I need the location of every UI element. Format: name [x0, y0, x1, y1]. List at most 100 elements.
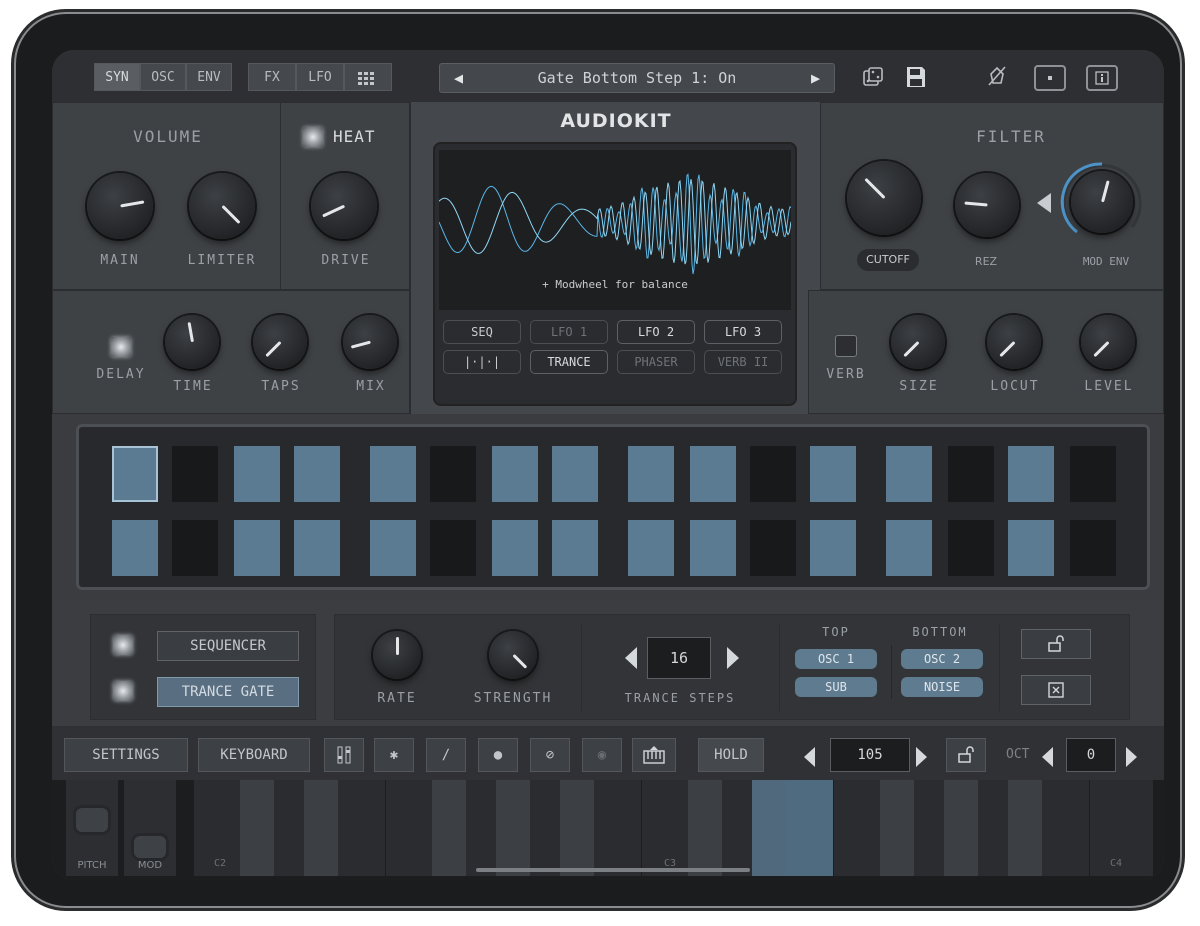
- pitch-wheel[interactable]: PITCH: [66, 780, 118, 876]
- unlock-icon[interactable]: [1021, 629, 1091, 659]
- top-step-pad[interactable]: [690, 446, 736, 502]
- display-button-lfo3[interactable]: LFO 3: [704, 320, 782, 344]
- bottom-osc2-tag[interactable]: OSC 2: [901, 649, 983, 669]
- hold-button[interactable]: HOLD: [698, 738, 764, 772]
- black-key[interactable]: [752, 780, 786, 876]
- link-icon[interactable]: ∕: [426, 738, 466, 772]
- bottom-noise-tag[interactable]: NOISE: [901, 677, 983, 697]
- bottom-step-pad[interactable]: [948, 520, 994, 576]
- piano-icon[interactable]: [632, 738, 676, 772]
- bottom-step-pad[interactable]: [430, 520, 476, 576]
- delay-toggle[interactable]: [111, 337, 131, 357]
- top-step-pad[interactable]: [810, 446, 856, 502]
- tempo-increase-icon[interactable]: [916, 747, 927, 767]
- cutoff-knob[interactable]: [847, 161, 921, 235]
- top-step-pad[interactable]: [172, 446, 218, 502]
- verb-level-knob[interactable]: [1081, 315, 1135, 369]
- info-icon[interactable]: [1086, 65, 1118, 91]
- tab-lfo[interactable]: LFO: [296, 63, 344, 91]
- top-step-pad[interactable]: [430, 446, 476, 502]
- top-step-pad[interactable]: [886, 446, 932, 502]
- pitch-wheel-handle[interactable]: [76, 808, 108, 832]
- limiter-knob[interactable]: [189, 173, 255, 239]
- bottom-step-pad[interactable]: [628, 520, 674, 576]
- screen-icon[interactable]: [1034, 65, 1066, 91]
- display-button-lfo2[interactable]: LFO 2: [617, 320, 695, 344]
- sequencer-button[interactable]: SEQUENCER: [157, 631, 299, 661]
- black-key[interactable]: [944, 780, 978, 876]
- black-key[interactable]: [1008, 780, 1042, 876]
- verb-size-knob[interactable]: [891, 315, 945, 369]
- display-button-seq[interactable]: SEQ: [443, 320, 521, 344]
- top-step-pad[interactable]: [750, 446, 796, 502]
- tab-env[interactable]: ENV: [186, 63, 232, 91]
- bottom-step-pad[interactable]: [810, 520, 856, 576]
- display-button-verb2[interactable]: VERB II: [704, 350, 782, 374]
- bottom-step-pad[interactable]: [370, 520, 416, 576]
- black-key[interactable]: [496, 780, 530, 876]
- tab-syn[interactable]: SYN: [94, 63, 140, 91]
- display-button-steps[interactable]: |·|·|: [443, 350, 521, 374]
- trance-gate-led[interactable]: [113, 681, 133, 701]
- tempo-decrease-icon[interactable]: [804, 747, 815, 767]
- top-step-pad[interactable]: [1008, 446, 1054, 502]
- bottom-step-pad[interactable]: [294, 520, 340, 576]
- keyboard-button[interactable]: KEYBOARD: [198, 738, 310, 772]
- mixer-icon[interactable]: [324, 738, 364, 772]
- top-step-pad[interactable]: [948, 446, 994, 502]
- display-button-phaser[interactable]: PHASER: [617, 350, 695, 374]
- trance-steps-value[interactable]: 16: [647, 637, 711, 679]
- rez-knob[interactable]: [955, 173, 1019, 237]
- bottom-step-pad[interactable]: [1070, 520, 1116, 576]
- bottom-step-pad[interactable]: [112, 520, 158, 576]
- black-key[interactable]: [432, 780, 466, 876]
- dice-icon[interactable]: [862, 66, 884, 88]
- delay-taps-knob[interactable]: [253, 315, 307, 369]
- tempo-value[interactable]: 105: [830, 738, 910, 772]
- preset-selector[interactable]: ◀ Gate Bottom Step 1: On ▶: [439, 63, 835, 93]
- main-volume-knob[interactable]: [87, 173, 153, 239]
- black-key[interactable]: [880, 780, 914, 876]
- tempo-lock-icon[interactable]: [946, 738, 986, 772]
- oct-value[interactable]: 0: [1066, 738, 1116, 772]
- black-key[interactable]: [560, 780, 594, 876]
- verb-locut-knob[interactable]: [987, 315, 1041, 369]
- top-osc1-tag[interactable]: OSC 1: [795, 649, 877, 669]
- grid-icon[interactable]: [344, 63, 392, 91]
- top-step-pad[interactable]: [370, 446, 416, 502]
- save-icon[interactable]: [905, 65, 927, 89]
- mod-env-knob[interactable]: [1071, 171, 1133, 233]
- mod-wheel[interactable]: MOD: [124, 780, 176, 876]
- midi-icon[interactable]: ●: [478, 738, 518, 772]
- top-step-pad[interactable]: [234, 446, 280, 502]
- oct-increase-icon[interactable]: [1126, 747, 1137, 767]
- bottom-step-pad[interactable]: [750, 520, 796, 576]
- steps-increase-icon[interactable]: [727, 647, 739, 669]
- black-key[interactable]: [688, 780, 722, 876]
- top-step-pad[interactable]: [294, 446, 340, 502]
- bottom-step-pad[interactable]: [690, 520, 736, 576]
- top-step-pad[interactable]: [112, 446, 158, 502]
- top-step-pad[interactable]: [492, 446, 538, 502]
- top-sub-tag[interactable]: SUB: [795, 677, 877, 697]
- sequencer-led[interactable]: [113, 635, 133, 655]
- top-step-pad[interactable]: [628, 446, 674, 502]
- drive-knob[interactable]: [311, 173, 377, 239]
- mod-wheel-handle[interactable]: [134, 836, 166, 858]
- preset-next-icon[interactable]: ▶: [811, 64, 820, 92]
- record-icon[interactable]: ◉: [582, 738, 622, 772]
- settings-button[interactable]: SETTINGS: [64, 738, 188, 772]
- close-box-icon[interactable]: [1021, 675, 1091, 705]
- strength-knob[interactable]: [489, 631, 537, 679]
- trance-gate-button[interactable]: TRANCE GATE: [157, 677, 299, 707]
- top-step-pad[interactable]: [552, 446, 598, 502]
- black-key[interactable]: [240, 780, 274, 876]
- delay-mix-knob[interactable]: [343, 315, 397, 369]
- tab-fx[interactable]: FX: [248, 63, 296, 91]
- bluetooth-icon[interactable]: ✱: [374, 738, 414, 772]
- bottom-step-pad[interactable]: [1008, 520, 1054, 576]
- midi-learn-icon[interactable]: [982, 65, 1012, 91]
- bottom-step-pad[interactable]: [886, 520, 932, 576]
- heat-toggle[interactable]: [303, 127, 323, 147]
- oct-decrease-icon[interactable]: [1042, 747, 1053, 767]
